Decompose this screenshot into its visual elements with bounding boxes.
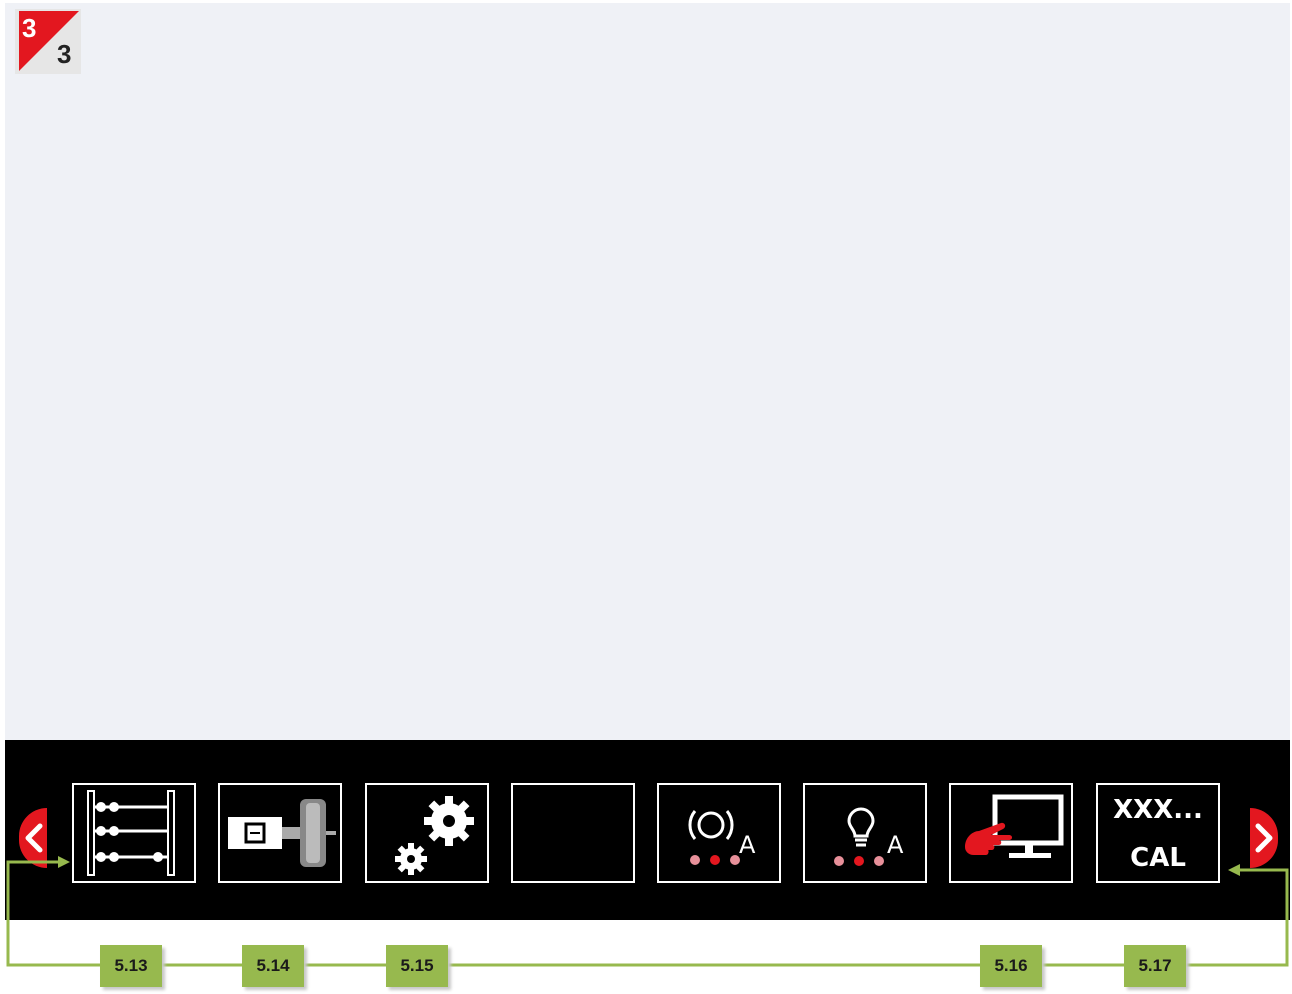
callout-label: 5.17: [1124, 945, 1186, 987]
callout-label: 5.16: [980, 945, 1042, 987]
callout-connectors: [6, 856, 1289, 967]
callout-label: 5.13: [100, 945, 162, 987]
callout-label: 5.15: [386, 945, 448, 987]
callout-label: 5.14: [242, 945, 304, 987]
